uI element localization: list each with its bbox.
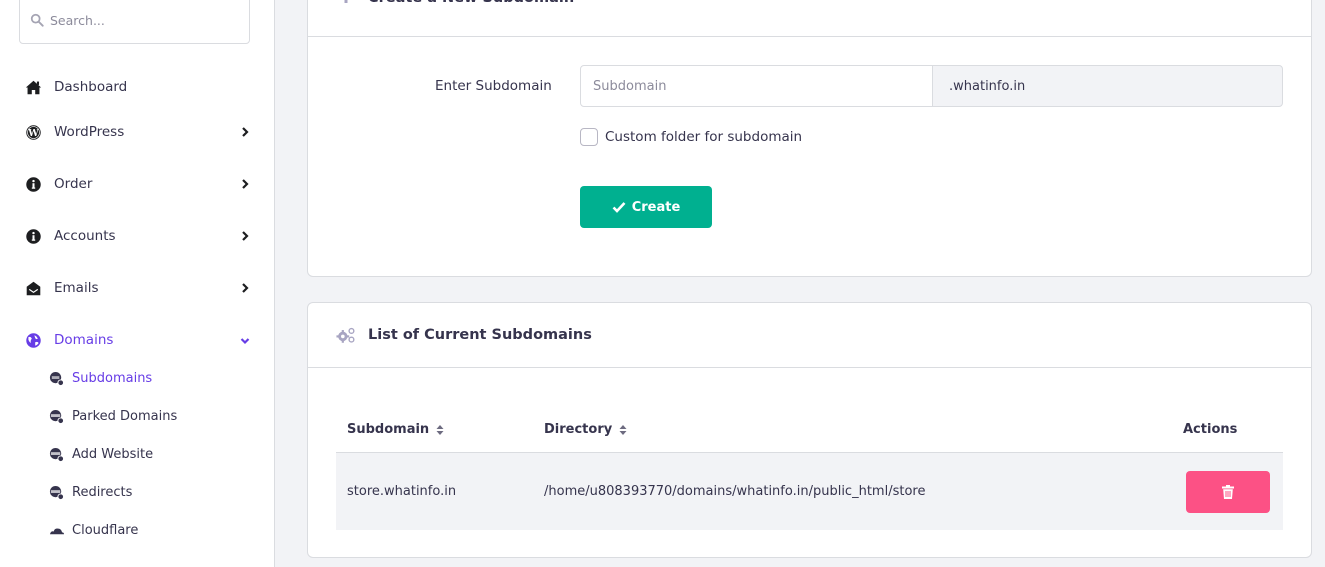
globe-network-icon xyxy=(48,408,64,424)
sort-icon[interactable] xyxy=(436,424,444,436)
card-title: List of Current Subdomains xyxy=(368,327,592,343)
card-header: Create a New Subdomain xyxy=(308,0,1311,37)
custom-folder-label: Custom folder for subdomain xyxy=(605,129,803,145)
create-button[interactable]: Create xyxy=(580,186,712,228)
cogs-icon xyxy=(336,325,356,345)
sidebar-item-accounts[interactable]: Accounts xyxy=(24,224,254,248)
column-label: Directory xyxy=(544,422,613,437)
check-icon xyxy=(612,202,626,213)
sidebar-subitem-label: Redirects xyxy=(72,484,133,500)
globe-network-icon xyxy=(48,370,64,386)
svg-text:W: W xyxy=(27,128,39,139)
sidebar-subitem-label: Cloudflare xyxy=(72,522,139,538)
sidebar-item-label: Emails xyxy=(54,280,99,296)
sidebar-item-order[interactable]: Order xyxy=(24,172,254,196)
column-label: Subdomain xyxy=(347,422,430,437)
sidebar-subitem-add-website[interactable]: Add Website xyxy=(48,443,248,465)
card-title: Create a New Subdomain xyxy=(368,0,574,6)
subdomain-list-card: List of Current Subdomains Subdomain Dir… xyxy=(307,302,1312,558)
home-icon xyxy=(24,78,42,96)
column-header-directory[interactable]: Directory xyxy=(544,422,627,437)
sidebar-item-dashboard[interactable]: Dashboard xyxy=(24,75,254,99)
sidebar-item-wordpress[interactable]: W WordPress xyxy=(24,120,254,144)
table-header: Subdomain Directory Actions xyxy=(336,409,1283,453)
sidebar-item-label: Domains xyxy=(54,332,114,348)
sidebar-subitem-label: Add Website xyxy=(72,446,154,462)
custom-folder-option[interactable]: Custom folder for subdomain xyxy=(580,128,802,146)
sidebar-item-label: WordPress xyxy=(54,124,125,140)
search-input[interactable] xyxy=(50,12,230,28)
chevron-right-icon xyxy=(242,179,249,189)
card-header: List of Current Subdomains xyxy=(308,303,1311,368)
sidebar-item-domains[interactable]: Domains xyxy=(24,328,254,352)
custom-folder-checkbox[interactable] xyxy=(580,128,598,146)
sidebar-subitem-label: Parked Domains xyxy=(72,408,178,424)
chevron-right-icon xyxy=(242,127,249,137)
sidebar: Dashboard W WordPress Order Accounts Ema… xyxy=(0,0,275,567)
sidebar-subitem-redirects[interactable]: Redirects xyxy=(48,481,248,503)
create-button-label: Create xyxy=(631,199,681,215)
sidebar-subitem-label: Subdomains xyxy=(72,370,153,386)
info-icon xyxy=(24,227,42,245)
trash-icon xyxy=(1222,485,1234,499)
globe-network-icon xyxy=(48,484,64,500)
sort-icon[interactable] xyxy=(619,424,627,436)
plus-icon xyxy=(336,0,356,6)
search-icon xyxy=(30,13,44,27)
subdomains-table: Subdomain Directory Actions store.whatin… xyxy=(336,409,1283,530)
chevron-down-icon xyxy=(240,338,250,345)
chevron-right-icon xyxy=(242,283,249,293)
wordpress-icon: W xyxy=(24,123,42,141)
directory-cell: /home/u808393770/domains/whatinfo.in/pub… xyxy=(544,484,926,499)
sidebar-item-emails[interactable]: Emails xyxy=(24,276,254,300)
info-icon xyxy=(24,175,42,193)
cloud-icon xyxy=(48,522,64,538)
envelope-open-icon xyxy=(24,279,42,297)
create-subdomain-card: Create a New Subdomain Enter Subdomain .… xyxy=(307,0,1312,277)
globe-icon xyxy=(24,331,42,349)
sidebar-item-label: Order xyxy=(54,176,93,192)
column-header-subdomain[interactable]: Subdomain xyxy=(347,422,444,437)
sidebar-subitem-subdomains[interactable]: Subdomains xyxy=(48,367,248,389)
table-row: store.whatinfo.in /home/u808393770/domai… xyxy=(336,453,1283,530)
sidebar-subitem-parked-domains[interactable]: Parked Domains xyxy=(48,405,248,427)
domain-suffix: .whatinfo.in xyxy=(932,65,1283,107)
search-box[interactable] xyxy=(19,0,250,44)
subdomain-input[interactable] xyxy=(580,65,933,107)
subdomain-field-label: Enter Subdomain xyxy=(435,78,552,94)
subdomain-cell: store.whatinfo.in xyxy=(347,484,457,499)
column-header-actions: Actions xyxy=(1183,422,1237,437)
sidebar-subitem-cloudflare[interactable]: Cloudflare xyxy=(48,519,248,541)
globe-network-icon xyxy=(48,446,64,462)
delete-button[interactable] xyxy=(1186,471,1270,513)
sidebar-item-label: Accounts xyxy=(54,228,116,244)
column-label: Actions xyxy=(1183,422,1238,437)
chevron-right-icon xyxy=(242,231,249,241)
sidebar-item-label: Dashboard xyxy=(54,79,128,95)
